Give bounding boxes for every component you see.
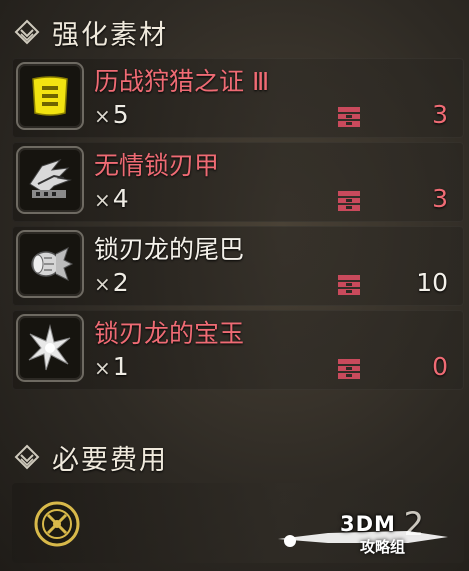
material-row[interactable]: 历战狩猎之证 Ⅲ ×5 3 <box>12 58 464 138</box>
item-box-icon <box>338 191 360 211</box>
item-box-icon <box>338 275 360 295</box>
item-name: 历战狩猎之证 Ⅲ <box>94 67 270 96</box>
item-icon-frame <box>16 230 84 298</box>
tail-icon <box>31 247 74 281</box>
material-row[interactable]: 无情锁刃甲 ×4 3 <box>12 142 464 222</box>
required-quantity: ×4 <box>94 184 129 213</box>
required-quantity: ×1 <box>94 352 129 381</box>
zenny-coin-icon <box>34 501 80 547</box>
owned-count: 0 <box>432 352 448 381</box>
item-icon-frame <box>16 314 84 382</box>
materials-section-header: 强化素材 <box>14 12 168 52</box>
item-name: 锁刃龙的宝玉 <box>94 319 245 348</box>
owned-count: 3 <box>432 100 448 129</box>
material-row[interactable]: 锁刃龙的尾巴 ×2 10 <box>12 226 464 306</box>
owned-count: 10 <box>416 268 448 297</box>
materials-list: 历战狩猎之证 Ⅲ ×5 3 无情锁刃甲 ×4 3 锁刃龙的尾巴 ×2 10 锁刃… <box>12 58 464 394</box>
scale-shell-icon <box>29 158 72 198</box>
certificate-icon <box>32 76 68 116</box>
diamond-stack-icon <box>14 444 40 470</box>
material-row[interactable]: 锁刃龙的宝玉 ×1 0 <box>12 310 464 390</box>
required-quantity: ×5 <box>94 100 129 129</box>
required-quantity: ×2 <box>94 268 129 297</box>
item-icon-frame <box>16 146 84 214</box>
watermark-text: 3DM <box>340 512 396 536</box>
cost-title: 必要费用 <box>52 444 168 476</box>
item-icon-frame <box>16 62 84 130</box>
diamond-stack-icon <box>14 19 40 45</box>
owned-count: 3 <box>432 184 448 213</box>
cost-section-header: 必要费用 <box>14 437 168 477</box>
watermark-subtext: 攻略组 <box>360 538 406 556</box>
materials-title: 强化素材 <box>52 19 168 51</box>
gem-icon <box>28 324 71 371</box>
item-box-icon <box>338 359 360 379</box>
item-box-icon <box>338 107 360 127</box>
item-name: 锁刃龙的尾巴 <box>94 235 245 264</box>
item-name: 无情锁刃甲 <box>94 151 220 180</box>
